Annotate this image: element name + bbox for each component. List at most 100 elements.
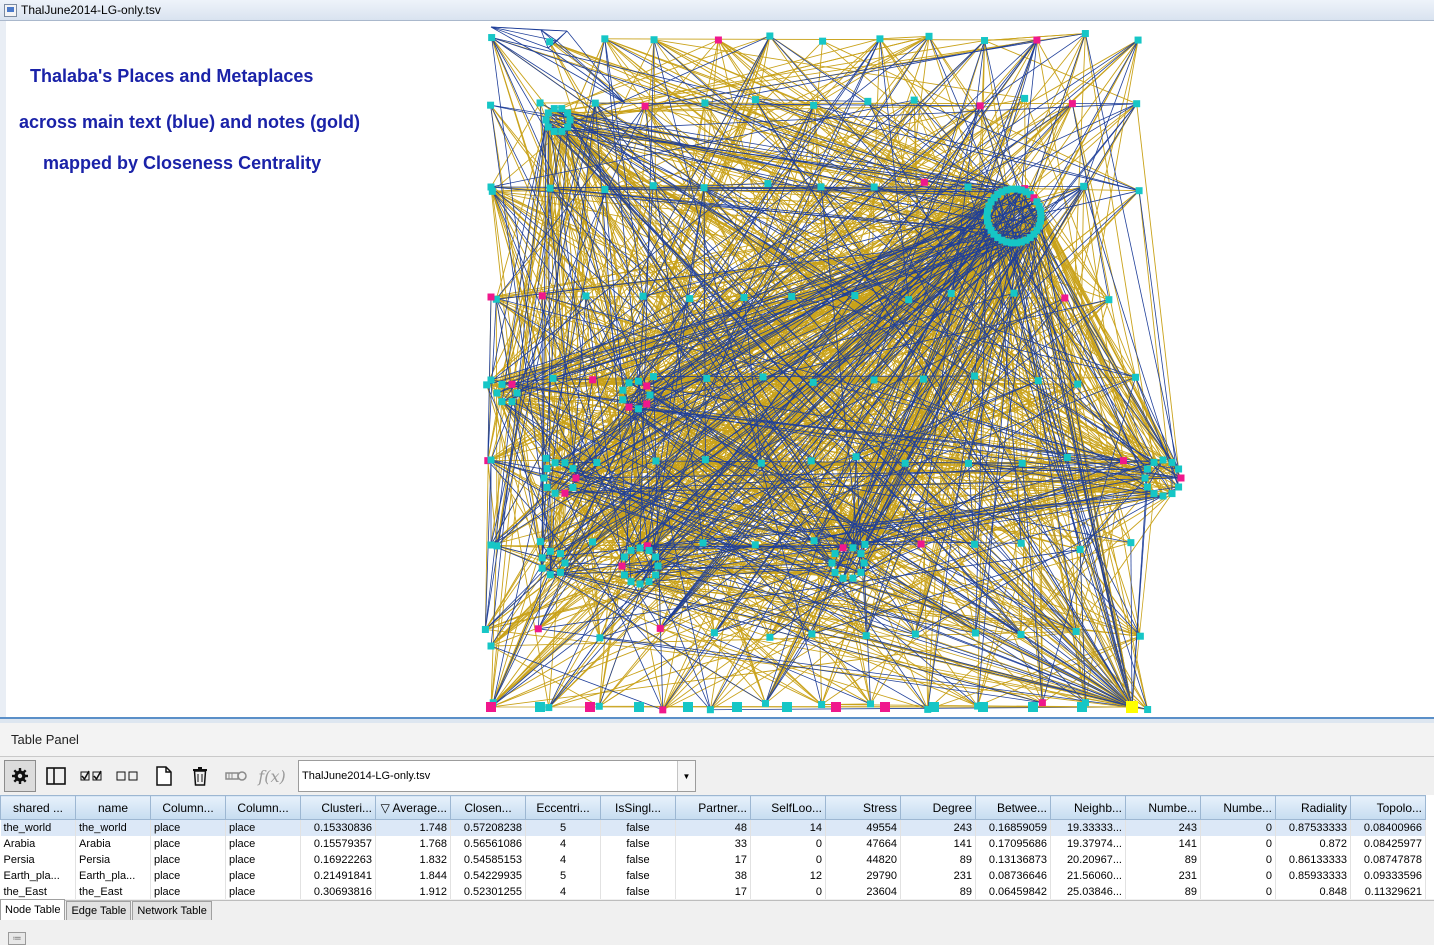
network-node[interactable] (1168, 458, 1176, 466)
network-node[interactable] (1061, 294, 1069, 302)
network-node[interactable] (1134, 36, 1142, 44)
column-header[interactable]: IsSingl... (600, 795, 676, 820)
table-cell[interactable]: 21.56060... (1050, 867, 1126, 884)
table-cell[interactable]: 4 (525, 883, 601, 899)
table-cell[interactable]: 243 (900, 819, 976, 836)
network-node[interactable] (857, 568, 865, 576)
network-node[interactable] (981, 37, 989, 45)
network-node[interactable] (550, 105, 558, 113)
network-node[interactable] (925, 32, 933, 40)
table-cell[interactable]: 0.15330836 (300, 819, 376, 836)
table-cell[interactable]: false (600, 851, 676, 868)
column-header[interactable]: Closen... (450, 795, 526, 820)
table-cell[interactable]: 0 (1200, 883, 1276, 899)
network-node[interactable] (965, 459, 973, 467)
network-node[interactable] (508, 380, 516, 388)
network-node[interactable] (561, 489, 569, 497)
table-cell[interactable]: 33 (675, 835, 751, 852)
network-node[interactable] (1132, 373, 1140, 381)
network-node[interactable] (536, 99, 544, 107)
table-cell[interactable]: place (225, 835, 301, 852)
network-node[interactable] (860, 559, 868, 567)
selected-network-node[interactable] (1126, 701, 1138, 713)
network-node[interactable] (1063, 453, 1071, 461)
table-cell[interactable]: 44820 (825, 851, 901, 868)
network-node[interactable] (1105, 296, 1113, 304)
network-node[interactable] (535, 702, 545, 712)
network-node[interactable] (1143, 465, 1151, 473)
table-cell[interactable]: 231 (900, 867, 976, 884)
network-node[interactable] (818, 701, 826, 709)
network-node[interactable] (880, 702, 890, 712)
table-row[interactable]: the_East the_East place place 0.30693816 1.91… (0, 883, 1426, 899)
table-cell[interactable]: Persia (75, 851, 151, 868)
create-column-button[interactable] (148, 760, 180, 792)
table-cell[interactable]: place (225, 851, 301, 868)
network-node[interactable] (1144, 706, 1152, 714)
table-selector[interactable]: ThalJune2014-LG-only.tsv ▼ (298, 760, 696, 792)
network-node[interactable] (810, 101, 818, 109)
network-node[interactable] (714, 36, 722, 44)
column-header[interactable]: Eccentri... (525, 795, 601, 820)
network-node[interactable] (1076, 545, 1084, 553)
network-node[interactable] (619, 396, 627, 404)
table-cell[interactable]: 0.08425977 (1350, 835, 1426, 852)
network-node[interactable] (542, 116, 550, 124)
network-node[interactable] (487, 642, 495, 650)
network-node[interactable] (534, 625, 542, 633)
network-node[interactable] (551, 489, 559, 497)
column-header[interactable]: Radiality (1275, 795, 1351, 820)
table-cell[interactable]: 0.848 (1275, 883, 1351, 899)
network-node[interactable] (1127, 539, 1135, 547)
table-cell[interactable]: place (150, 867, 226, 884)
network-node[interactable] (862, 632, 870, 640)
task-monitor-icon[interactable]: ≔ (8, 932, 26, 945)
network-node[interactable] (545, 704, 553, 712)
table-cell[interactable]: 0 (1200, 867, 1276, 884)
network-node[interactable] (564, 123, 572, 131)
network-node[interactable] (700, 184, 708, 192)
network-node[interactable] (971, 372, 979, 380)
network-node[interactable] (701, 456, 709, 464)
network-node[interactable] (645, 578, 653, 586)
network-node[interactable] (1177, 474, 1185, 482)
network-node[interactable] (1133, 100, 1141, 108)
network-node[interactable] (971, 540, 979, 548)
network-node[interactable] (595, 702, 603, 710)
network-node[interactable] (788, 293, 796, 301)
table-cell[interactable]: place (150, 883, 226, 899)
network-node[interactable] (646, 391, 654, 399)
network-node[interactable] (699, 539, 707, 547)
column-header[interactable]: SelfLoo... (750, 795, 826, 820)
table-row[interactable]: Arabia Arabia place place 0.15579357 1.768 0.5… (0, 835, 1426, 852)
network-node[interactable] (488, 34, 496, 42)
table-cell[interactable]: the_world (75, 819, 151, 836)
network-node[interactable] (538, 564, 546, 572)
network-node[interactable] (706, 706, 714, 714)
table-cell[interactable]: place (150, 835, 226, 852)
network-node[interactable] (1175, 483, 1183, 491)
table-cell[interactable]: 0 (750, 883, 826, 899)
network-node[interactable] (625, 403, 633, 411)
table-cell[interactable]: place (150, 851, 226, 868)
network-node[interactable] (1017, 630, 1025, 638)
network-node[interactable] (1080, 182, 1088, 190)
column-header[interactable]: Stress (825, 795, 901, 820)
table-cell[interactable]: 19.37974... (1050, 835, 1126, 852)
table-cell[interactable]: 49554 (825, 819, 901, 836)
network-node[interactable] (971, 629, 979, 637)
network-node[interactable] (620, 553, 628, 561)
network-node[interactable] (643, 382, 651, 390)
table-cell[interactable]: 1.844 (375, 867, 451, 884)
network-node[interactable] (857, 550, 865, 558)
network-node[interactable] (861, 540, 869, 548)
network-node[interactable] (582, 292, 590, 300)
network-node[interactable] (540, 474, 548, 482)
network-node[interactable] (819, 37, 827, 45)
network-node[interactable] (556, 550, 564, 558)
network-node[interactable] (782, 702, 792, 712)
table-cell[interactable]: 4 (525, 835, 601, 852)
network-node[interactable] (508, 398, 516, 406)
table-cell[interactable]: 0 (1200, 819, 1276, 836)
network-node[interactable] (807, 457, 815, 465)
